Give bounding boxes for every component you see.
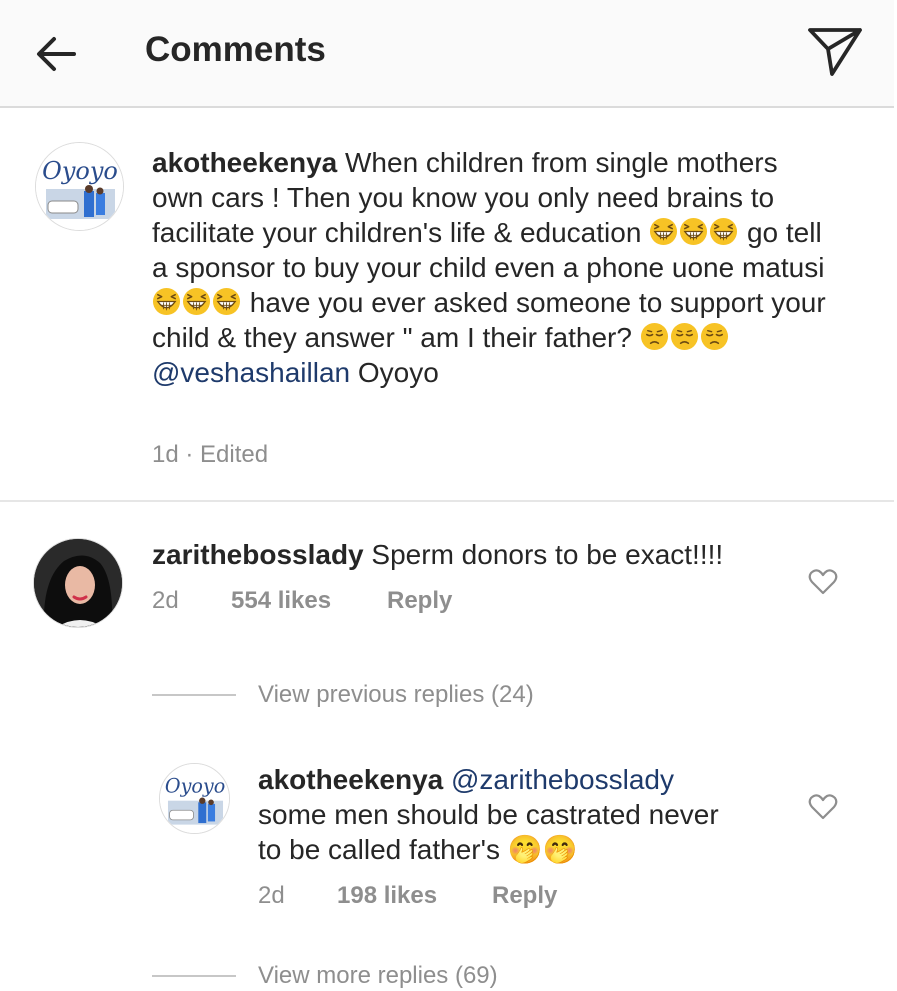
pensive-face-icon (670, 322, 698, 351)
pensive-emoji-group (640, 322, 730, 353)
heart-icon[interactable] (807, 566, 839, 598)
reply-username[interactable]: akotheekenya (258, 764, 443, 795)
arrow-left-icon[interactable] (30, 28, 82, 80)
page-title: Comments (145, 30, 326, 69)
pensive-face-icon (640, 322, 668, 351)
comment-likes[interactable]: 554 likes (231, 586, 331, 616)
comment-text: zarithebosslady Sperm donors to be exact… (152, 537, 772, 572)
view-previous-replies-label[interactable]: View previous replies (24) (258, 680, 534, 710)
caption-meta: 1d · Edited (152, 441, 269, 468)
reply-body-line-2: some men should be castrated never (258, 799, 719, 830)
laughing-emoji-group-1 (649, 217, 739, 248)
reply-text: akotheekenya @zarithebosslady some men s… (258, 762, 788, 867)
heart-icon[interactable] (807, 791, 839, 823)
author-avatar[interactable]: Oyoyo (35, 142, 124, 231)
reply-body-line-3: to be called father's 🤭🤭 (258, 834, 578, 865)
thread-line (152, 975, 236, 977)
view-more-replies-label[interactable]: View more replies (69) (258, 961, 498, 991)
caption-divider (0, 500, 894, 502)
grinning-squint-face-icon (152, 287, 181, 316)
grinning-squint-face-icon (650, 217, 678, 246)
reply-author-avatar[interactable]: Oyoyo (159, 763, 230, 834)
caption-tail: Oyoyo (350, 357, 439, 388)
grinning-squint-face-icon (680, 217, 708, 246)
grinning-squint-face-icon (182, 287, 211, 316)
comment-body: Sperm donors to be exact!!!! (363, 539, 724, 570)
comment-username[interactable]: zarithebosslady (152, 539, 364, 570)
comment-time: 2d (152, 587, 179, 614)
pensive-face-icon (700, 322, 728, 351)
comments-header: Comments (0, 0, 894, 108)
caption-username[interactable]: akotheekenya (152, 147, 337, 178)
caption-text: akotheekenya When children from single m… (152, 145, 832, 390)
comment-reply-button[interactable]: Reply (387, 586, 452, 616)
caption-mention-link[interactable]: @veshashaillan (152, 357, 350, 388)
thread-line (152, 694, 236, 696)
grinning-squint-face-icon (710, 217, 738, 246)
reply-likes[interactable]: 198 likes (337, 881, 437, 911)
reply-mention-link[interactable]: @zarithebosslady (451, 764, 674, 795)
avatar-logo-text: Oyoyo (42, 157, 118, 185)
laughing-emoji-group-2 (152, 287, 242, 318)
view-previous-replies[interactable]: View previous replies (24) (152, 680, 652, 710)
commenter-avatar[interactable] (33, 538, 123, 628)
grinning-squint-face-icon (212, 287, 241, 316)
reply-avatar-logo-text: Oyoyo (165, 775, 225, 798)
reply-reply-button[interactable]: Reply (492, 881, 557, 911)
view-more-replies[interactable]: View more replies (69) (152, 961, 652, 991)
reply-time: 2d (258, 882, 285, 909)
paper-plane-icon[interactable] (804, 22, 864, 82)
